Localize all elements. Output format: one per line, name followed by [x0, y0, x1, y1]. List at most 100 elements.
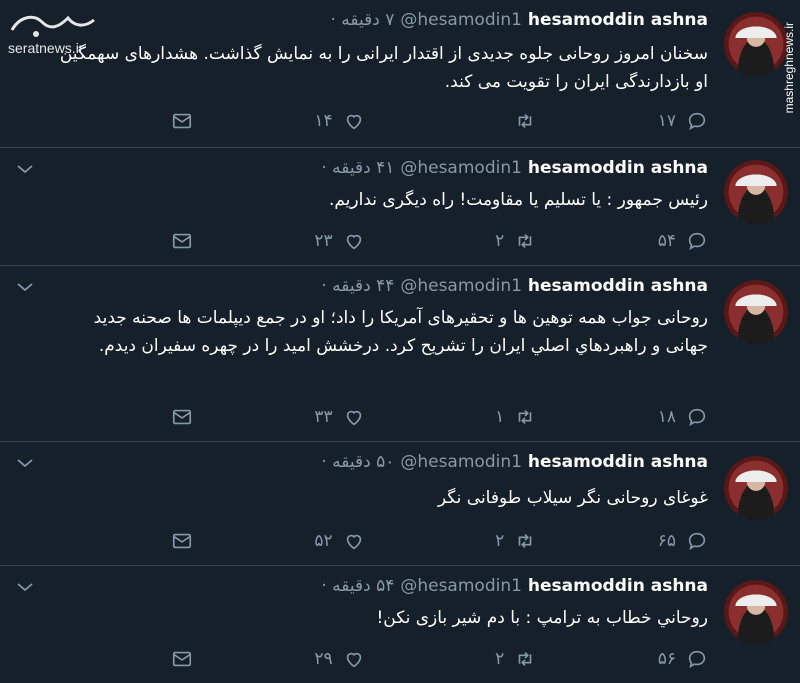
mail-icon [172, 233, 192, 249]
author-handle[interactable]: @hesamodin1 [400, 576, 522, 596]
retweet-count: ۲ [495, 649, 505, 669]
like-count: ۵۲ [314, 531, 333, 551]
chevron-down-icon[interactable] [16, 162, 34, 176]
like-count: ۱۴ [314, 111, 333, 131]
reply-count: ۵۴ [657, 231, 676, 251]
retweet-button[interactable]: ۲ [436, 230, 536, 252]
author-handle[interactable]: @hesamodin1 [400, 10, 522, 30]
serat-url-watermark: seratnews.ir [8, 40, 84, 56]
tweet-text: روحاني خطاب به ترامپ : با دم شیر بازی نک… [376, 608, 708, 628]
tweet-time[interactable]: ۷ دقیقه · [330, 10, 394, 30]
chevron-down-icon[interactable] [16, 280, 34, 294]
tweet-text: غوغای روحانی نگر سیلاب طوفانی نگر [437, 488, 708, 508]
mashregh-watermark: mashreghnews.ir [758, 0, 800, 128]
reply-count: ۶۵ [657, 531, 676, 551]
heart-icon [346, 114, 361, 130]
tweet-time[interactable]: ۵۴ دقیقه · [321, 576, 394, 596]
tweet-actions: ۵۶ ۲ ۲۹ [93, 646, 708, 672]
author-handle[interactable]: @hesamodin1 [400, 158, 522, 178]
tweet-actions: ۵۴ ۲ ۲۳ [93, 228, 708, 254]
retweet-icon [518, 409, 532, 425]
tweet-actions: ۱۷ ۱۴ [93, 108, 708, 134]
reply-count: ۱۸ [657, 407, 676, 427]
message-button[interactable] [93, 530, 193, 552]
heart-icon [346, 234, 361, 250]
message-button[interactable] [93, 110, 193, 132]
avatar[interactable] [724, 580, 788, 644]
author-name[interactable]: hesamoddin ashna [528, 10, 708, 30]
avatar[interactable] [724, 160, 788, 224]
retweet-icon [518, 113, 532, 129]
tweet[interactable]: hesamoddin ashna @hesamodin1 ۷ دقیقه · س… [0, 0, 800, 148]
author-handle[interactable]: @hesamodin1 [400, 276, 522, 296]
mashregh-url-watermark: mashreghnews.ir [782, 22, 796, 114]
tweet[interactable]: hesamoddin ashna @hesamodin1 ۵۰ دقیقه · … [0, 442, 800, 566]
avatar[interactable] [724, 456, 788, 520]
message-button[interactable] [93, 406, 193, 428]
tweet[interactable]: hesamoddin ashna @hesamodin1 ۵۴ دقیقه · … [0, 566, 800, 683]
tweet-feed: hesamoddin ashna @hesamodin1 ۷ دقیقه · س… [0, 0, 800, 683]
reply-count: ۱۷ [657, 111, 676, 131]
heart-icon [346, 534, 361, 550]
tweet-text: روحانی جواب همه توهین ها و تحقیرهای آمری… [93, 308, 708, 356]
reply-button[interactable]: ۵۶ [608, 648, 708, 670]
retweet-icon [518, 233, 532, 249]
tweet-header: hesamoddin ashna @hesamodin1 ۵۰ دقیقه · [321, 452, 708, 472]
tweet-header: hesamoddin ashna @hesamodin1 ۷ دقیقه · [330, 10, 708, 30]
like-button[interactable]: ۳۳ [265, 406, 365, 428]
reply-icon [688, 408, 706, 427]
tweet-actions: ۶۵ ۲ ۵۲ [93, 528, 708, 554]
retweet-count: ۲ [495, 531, 505, 551]
like-button[interactable]: ۱۴ [265, 110, 365, 132]
like-button[interactable]: ۵۲ [265, 530, 365, 552]
reply-count: ۵۶ [657, 649, 676, 669]
message-button[interactable] [93, 648, 193, 670]
tweet-text: سخنان امروز روحانی جلوه جدیدی از اقتدار … [59, 44, 708, 92]
mail-icon [172, 533, 192, 549]
reply-icon [688, 232, 706, 251]
author-name[interactable]: hesamoddin ashna [528, 158, 708, 178]
tweet-time[interactable]: ۴۴ دقیقه · [321, 276, 394, 296]
tweet-actions: ۱۸ ۱ ۳۳ [93, 404, 708, 430]
reply-icon [688, 650, 706, 669]
mail-icon [172, 409, 192, 425]
tweet[interactable]: hesamoddin ashna @hesamodin1 ۴۱ دقیقه · … [0, 148, 800, 266]
like-count: ۲۳ [314, 231, 333, 251]
mail-icon [172, 651, 192, 667]
tweet-time[interactable]: ۴۱ دقیقه · [321, 158, 394, 178]
author-name[interactable]: hesamoddin ashna [528, 452, 708, 472]
tweet[interactable]: hesamoddin ashna @hesamodin1 ۴۴ دقیقه · … [0, 266, 800, 442]
author-name[interactable]: hesamoddin ashna [528, 576, 708, 596]
author-handle[interactable]: @hesamodin1 [400, 452, 522, 472]
reply-icon [688, 532, 706, 551]
reply-button[interactable]: ۶۵ [608, 530, 708, 552]
tweet-header: hesamoddin ashna @hesamodin1 ۴۴ دقیقه · [321, 276, 708, 296]
retweet-icon [518, 533, 532, 549]
heart-icon [346, 652, 361, 668]
retweet-count: ۲ [495, 231, 505, 251]
tweet-text: رئیس جمهور : یا تسلیم یا مقاومت! راه دیگ… [328, 190, 708, 210]
chevron-down-icon[interactable] [16, 456, 34, 470]
reply-button[interactable]: ۱۷ [608, 110, 708, 132]
reply-icon [688, 112, 706, 131]
tweet-header: hesamoddin ashna @hesamodin1 ۵۴ دقیقه · [321, 576, 708, 596]
retweet-icon [518, 651, 532, 667]
like-count: ۲۹ [314, 649, 333, 669]
retweet-button[interactable] [436, 110, 536, 132]
mail-icon [172, 113, 192, 129]
retweet-button[interactable]: ۲ [436, 530, 536, 552]
author-name[interactable]: hesamoddin ashna [528, 276, 708, 296]
like-button[interactable]: ۲۹ [265, 648, 365, 670]
tweet-time[interactable]: ۵۰ دقیقه · [321, 452, 394, 472]
like-count: ۳۳ [314, 407, 333, 427]
reply-button[interactable]: ۱۸ [608, 406, 708, 428]
retweet-button[interactable]: ۱ [436, 406, 536, 428]
message-button[interactable] [93, 230, 193, 252]
retweet-button[interactable]: ۲ [436, 648, 536, 670]
like-button[interactable]: ۲۳ [265, 230, 365, 252]
tweet-header: hesamoddin ashna @hesamodin1 ۴۱ دقیقه · [321, 158, 708, 178]
avatar[interactable] [724, 280, 788, 344]
chevron-down-icon[interactable] [16, 580, 34, 594]
reply-button[interactable]: ۵۴ [608, 230, 708, 252]
heart-icon [346, 410, 361, 426]
